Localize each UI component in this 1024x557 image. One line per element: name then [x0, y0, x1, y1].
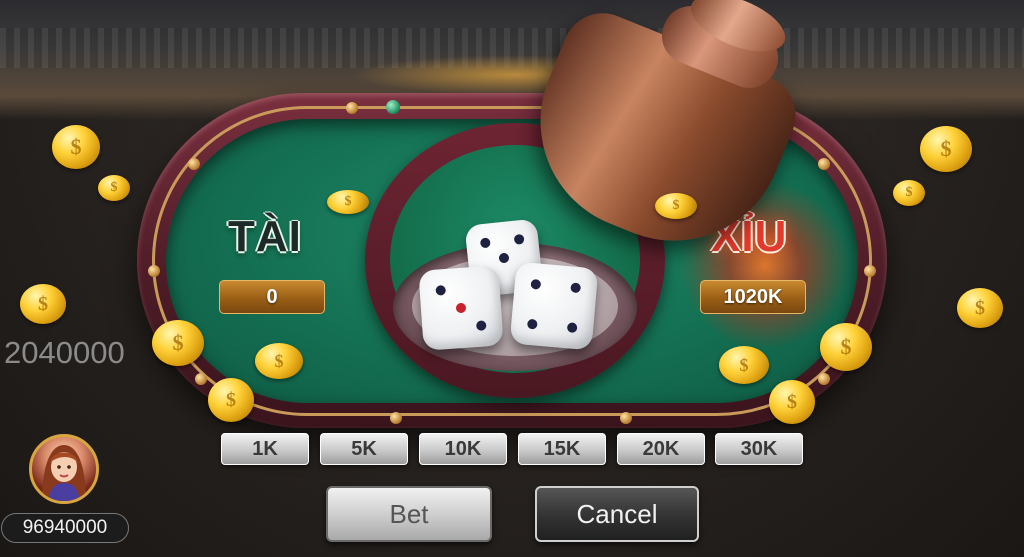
- gold-coin-icon: [820, 323, 872, 371]
- cancel-button[interactable]: Cancel: [535, 486, 699, 542]
- gold-coin-icon: [20, 284, 66, 324]
- pool-amount: 2040000: [4, 335, 125, 370]
- rivet-icon: [346, 102, 358, 114]
- gold-coin-icon: [52, 125, 100, 169]
- chip-1k[interactable]: 1K: [221, 433, 309, 465]
- rivet-icon: [864, 265, 876, 277]
- gold-coin-icon: [719, 346, 769, 384]
- gold-coin-icon: [255, 343, 303, 379]
- chip-20k[interactable]: 20K: [617, 433, 705, 465]
- bet-button[interactable]: Bet: [326, 486, 492, 542]
- avatar[interactable]: [29, 434, 99, 504]
- gold-coin-icon: [957, 288, 1003, 328]
- die-three-icon: [418, 265, 504, 351]
- gold-coin-icon: [327, 190, 369, 214]
- rivet-icon: [390, 412, 402, 424]
- tai-bet-amount[interactable]: 0: [219, 280, 325, 314]
- rivet-icon: [148, 265, 160, 277]
- woman-avatar-icon: [42, 445, 86, 501]
- rivet-icon: [818, 158, 830, 170]
- chip-5k[interactable]: 5K: [320, 433, 408, 465]
- chip-10k[interactable]: 10K: [419, 433, 507, 465]
- balance-display: 96940000: [1, 513, 129, 543]
- gold-coin-icon: [152, 320, 204, 366]
- table-gem-icon: [386, 100, 400, 114]
- chip-selector: 1K 5K 10K 15K 20K 30K: [221, 433, 803, 465]
- gold-coin-icon: [655, 193, 697, 219]
- gold-coin-icon: [920, 126, 972, 172]
- chip-15k[interactable]: 15K: [518, 433, 606, 465]
- rivet-icon: [818, 373, 830, 385]
- xiu-bet-amount[interactable]: 1020K: [700, 280, 806, 314]
- chip-30k[interactable]: 30K: [715, 433, 803, 465]
- tai-title[interactable]: TÀI: [228, 212, 302, 262]
- rivet-icon: [188, 158, 200, 170]
- gold-coin-icon: [98, 175, 130, 201]
- gold-coin-icon: [893, 180, 925, 206]
- gold-coin-icon: [208, 378, 254, 422]
- die-four-icon: [509, 261, 599, 351]
- gold-coin-icon: [769, 380, 815, 424]
- rivet-icon: [195, 373, 207, 385]
- rivet-icon: [620, 412, 632, 424]
